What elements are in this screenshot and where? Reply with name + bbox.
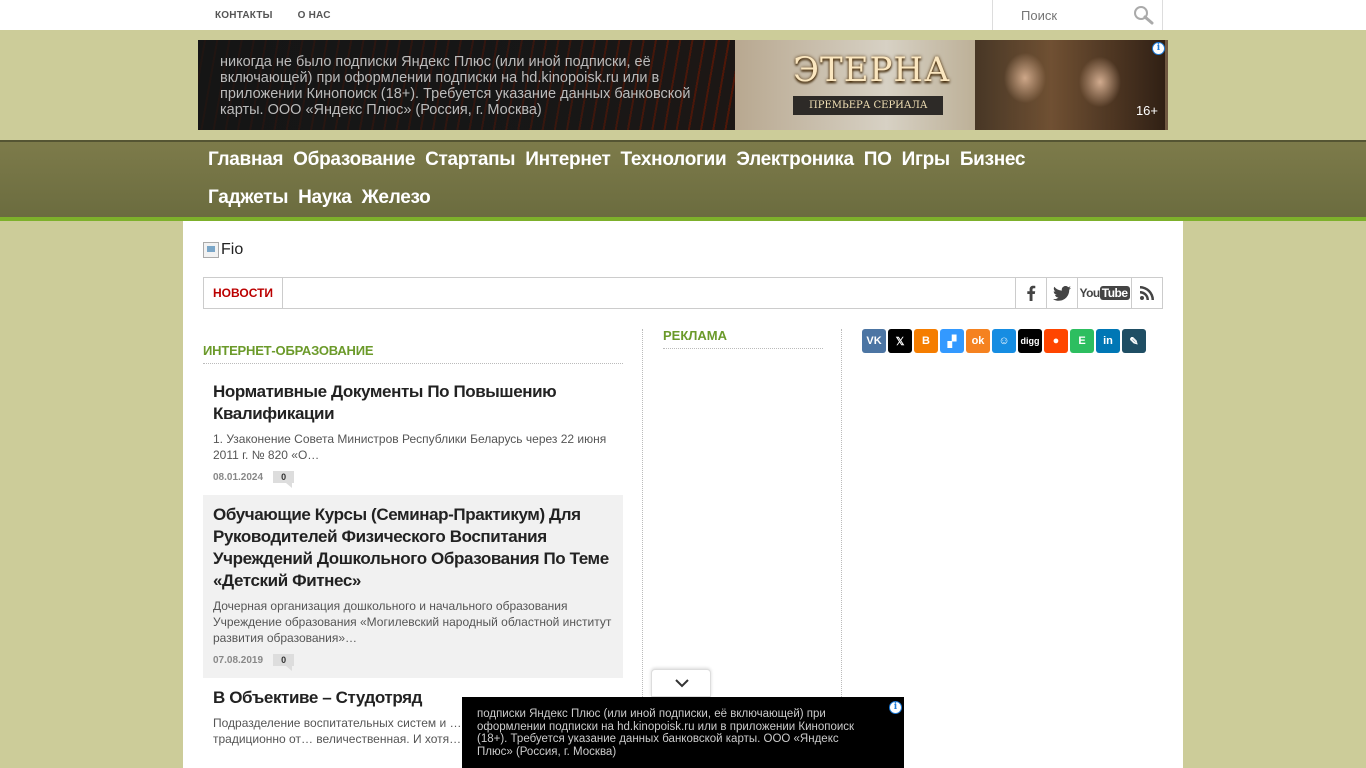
linkedin-icon[interactable]: in (1096, 329, 1120, 353)
ad-brand-logo: ЭТЕРНА (793, 50, 951, 90)
nav-item-software[interactable]: ПО (864, 142, 892, 180)
facebook-icon[interactable] (1015, 278, 1046, 308)
logo-alt-text: Fio (221, 241, 244, 258)
moimir-icon[interactable]: ☺ (992, 329, 1016, 353)
ad-info-icon[interactable]: i (1152, 42, 1165, 55)
top-nav: КОНТАКТЫ О НАС (215, 0, 331, 30)
main-nav: Главная Образование Стартапы Интернет Те… (0, 140, 1366, 221)
ad-collapse-button[interactable] (651, 669, 711, 697)
main-nav-list: Главная Образование Стартапы Интернет Те… (208, 142, 1108, 218)
share-buttons: VK 𝕏 B ▞ ok ☺ digg ● E in ✎ (862, 329, 1152, 353)
ad-column: РЕКЛАМА (663, 328, 823, 349)
odnoklassniki-icon[interactable]: ok (966, 329, 990, 353)
post-excerpt: Дочерная организация дошкольного и начал… (213, 599, 612, 645)
nav-item-hardware[interactable]: Железо (362, 180, 431, 218)
section-title: ИНТЕРНЕТ-ОБРАЗОВАНИЕ (203, 328, 623, 364)
livejournal-icon[interactable]: ✎ (1122, 329, 1146, 353)
nav-item-education[interactable]: Образование (293, 142, 415, 180)
rss-icon[interactable] (1131, 278, 1162, 308)
nav-item-home[interactable]: Главная (208, 142, 283, 180)
post-item: Нормативные Документы По Повышению Квали… (203, 372, 623, 495)
bottom-ad-banner[interactable]: подписки Яндекс Плюс (или иной подписки,… (462, 697, 904, 768)
digg-icon[interactable]: digg (1018, 329, 1042, 353)
comment-count-badge[interactable]: 0 (273, 654, 295, 671)
youtube-icon[interactable]: You Tube (1077, 278, 1131, 308)
blogger-icon[interactable]: B (914, 329, 938, 353)
ad-disclaimer-text: никогда не было подписки Яндекс Плюс (ил… (220, 54, 691, 118)
ad-image: ЭТЕРНА ПРЕМЬЕРА СЕРИАЛА 16+ (735, 40, 1168, 130)
ad-info-icon[interactable]: i (889, 701, 902, 714)
top-ad-banner[interactable]: никогда не было подписки Яндекс Плюс (ил… (198, 40, 1168, 130)
site-logo[interactable]: Fio (203, 241, 243, 259)
evernote-icon[interactable]: E (1070, 329, 1094, 353)
search-box (992, 0, 1163, 30)
x-icon[interactable]: 𝕏 (888, 329, 912, 353)
ad-age-rating: 16+ (1135, 103, 1158, 118)
nav-item-business[interactable]: Бизнес (960, 142, 1026, 180)
post-date: 07.08.2019 (213, 654, 264, 666)
post-meta: 07.08.2019 0 (213, 654, 613, 671)
ad-column-title: РЕКЛАМА (663, 328, 823, 349)
nav-item-gadgets[interactable]: Гаджеты (208, 180, 288, 218)
search-input[interactable] (1003, 5, 1123, 25)
nav-item-games[interactable]: Игры (902, 142, 951, 180)
reddit-icon[interactable]: ● (1044, 329, 1068, 353)
news-label: НОВОСТИ (204, 278, 284, 308)
ad-tagline: ПРЕМЬЕРА СЕРИАЛА (793, 96, 944, 115)
nav-item-technology[interactable]: Технологии (621, 142, 727, 180)
bottom-ad-text: подписки Яндекс Плюс (или иной подписки,… (477, 708, 855, 758)
nav-item-startups[interactable]: Стартапы (425, 142, 515, 180)
search-icon[interactable] (1132, 5, 1154, 25)
comment-count-badge[interactable]: 0 (273, 471, 295, 488)
delicious-icon[interactable]: ▞ (940, 329, 964, 353)
nav-item-science[interactable]: Наука (298, 180, 352, 218)
social-links: You Tube (1015, 278, 1162, 308)
twitter-icon[interactable] (1046, 278, 1077, 308)
post-meta: 08.01.2024 0 (213, 471, 613, 488)
main-column: ИНТЕРНЕТ-ОБРАЗОВАНИЕ Нормативные Докумен… (203, 328, 623, 759)
post-item: Обучающие Курсы (Семинар-Практикум) Для … (203, 495, 623, 678)
contacts-link[interactable]: КОНТАКТЫ (215, 10, 273, 21)
post-date: 08.01.2024 (213, 471, 264, 483)
top-bar: КОНТАКТЫ О НАС (0, 0, 1366, 30)
post-title[interactable]: Обучающие Курсы (Семинар-Практикум) Для … (213, 504, 613, 592)
post-title[interactable]: Нормативные Документы По Повышению Квали… (213, 381, 613, 425)
vk-icon[interactable]: VK (862, 329, 886, 353)
news-ticker-bar: НОВОСТИ You Tube (203, 277, 1163, 309)
nav-item-electronics[interactable]: Электроника (736, 142, 854, 180)
chevron-down-icon (675, 679, 689, 688)
nav-item-internet[interactable]: Интернет (525, 142, 611, 180)
broken-image-icon (203, 242, 219, 258)
post-excerpt: 1. Узаконение Совета Министров Республик… (213, 432, 607, 462)
about-link[interactable]: О НАС (298, 10, 331, 21)
